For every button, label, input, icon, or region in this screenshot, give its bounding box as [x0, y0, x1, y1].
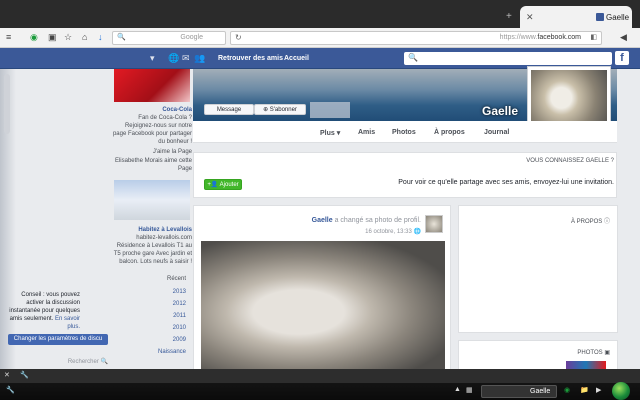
menu-icon[interactable]: ≡ — [6, 32, 11, 42]
url-domain: facebook.com — [537, 34, 581, 41]
follow-icon: ⊕ — [263, 107, 270, 113]
coca-cola-ad-image[interactable] — [114, 69, 190, 102]
photo-icon: ▣ — [604, 350, 610, 356]
year-link[interactable]: Naissance — [150, 349, 186, 355]
message-button[interactable]: Message — [204, 104, 254, 115]
network-icon[interactable]: ▦ — [466, 386, 473, 394]
settings-icon[interactable]: ▾ — [150, 53, 155, 64]
address-bar[interactable]: ↻ https://www.facebook.com ◧ — [230, 31, 602, 45]
close-icon[interactable]: ✕ — [4, 371, 10, 379]
year-link[interactable]: 2010 — [150, 325, 186, 331]
messages-icon[interactable]: ✉ — [182, 53, 190, 64]
levallois-ad-image[interactable] — [114, 180, 190, 220]
chat-search-placeholder: Rechercher — [67, 359, 99, 365]
find-friends-link[interactable]: Retrouver des amis — [218, 55, 283, 62]
cover-blur-region — [310, 102, 350, 118]
tab-friends[interactable]: Amis — [358, 129, 375, 136]
year-link[interactable]: 2012 — [150, 301, 186, 307]
post-header: Gaelle a changé sa photo de profil. — [245, 217, 421, 224]
taskbar-app-label: Gaelle — [530, 388, 551, 395]
follow-label: S'abonner — [269, 107, 297, 113]
year-link[interactable]: 2013 — [150, 289, 186, 295]
post-action-text: a changé sa photo de profil. — [334, 217, 421, 224]
like-page-link[interactable]: J'aime la Page — [112, 148, 192, 156]
browser-tab[interactable]: Gaelle ✕ — [520, 6, 632, 28]
home-icon[interactable]: ⌂ — [82, 32, 87, 42]
ad-text: Fan de Coca-Cola ? Rejoignez-nous sur no… — [112, 115, 192, 145]
site-identity-icon[interactable]: ◧ — [590, 33, 597, 41]
photos-title-text: PHOTOS — [577, 350, 603, 356]
search-icon: 🔍 — [100, 359, 108, 365]
globe-notifications-icon[interactable]: 🌐 — [168, 53, 179, 64]
new-tab-button[interactable]: + — [506, 11, 512, 22]
explorer-icon[interactable]: 📁 — [580, 386, 589, 394]
reload-icon[interactable]: ↻ — [235, 33, 242, 42]
search-placeholder: Google — [180, 34, 203, 41]
learn-more-link[interactable]: En savoir plus. — [55, 316, 80, 330]
year-link[interactable]: 2009 — [150, 337, 186, 343]
about-title-text: À PROPOS — [570, 219, 603, 225]
close-tab-icon[interactable]: ✕ — [526, 12, 534, 23]
scrollbar[interactable] — [4, 74, 10, 134]
bookmark-star-icon[interactable]: ☆ — [64, 32, 72, 43]
wrench-icon[interactable]: 🔧 — [20, 371, 29, 379]
ad-title[interactable]: Coca-Cola — [112, 106, 192, 114]
photos-title[interactable]: PHOTOS ▣ — [462, 349, 610, 356]
tab-more[interactable]: Plus ▾ — [320, 129, 340, 137]
post-author-avatar[interactable] — [425, 215, 443, 233]
post-author-link[interactable]: Gaelle — [312, 217, 333, 224]
ad-text: Résidence à Levallois T1 au T5 proche ga… — [113, 243, 192, 265]
search-icon[interactable]: 🔍 — [408, 53, 418, 62]
chat-settings-button[interactable]: Changer les paramètres de discu — [8, 334, 108, 345]
about-title[interactable]: À PROPOS ⓘ — [462, 216, 610, 225]
tab-title: Gaelle — [606, 13, 630, 22]
add-friend-label: Ajouter — [219, 182, 239, 188]
audience-icon: 🌐 — [413, 229, 421, 235]
media-icon[interactable]: ▶ — [596, 386, 601, 394]
tools-icon[interactable]: 🔧 — [6, 386, 15, 394]
year-link[interactable]: Récent — [150, 276, 186, 282]
back-icon[interactable]: ◀ — [620, 32, 627, 43]
facebook-logo-icon[interactable]: f — [615, 51, 629, 65]
add-friend-title: VOUS CONNAISSEZ GAELLE ? — [526, 158, 614, 164]
facebook-favicon-icon — [596, 13, 604, 21]
post-date-text: 16 octobre, 13:33 — [365, 229, 412, 235]
tab-journal[interactable]: Journal — [484, 129, 509, 136]
follow-button[interactable]: ⊕ S'abonner — [254, 104, 306, 115]
browser-app-icon[interactable]: ◉ — [564, 386, 570, 394]
facebook-search-input[interactable]: 🔍 — [404, 52, 612, 65]
clipboard-icon[interactable]: ▣ — [48, 32, 57, 43]
bottom-toolbar — [0, 369, 640, 383]
coca-cola-ad[interactable]: Coca-Cola Fan de Coca-Cola ? Rejoignez-n… — [112, 106, 192, 146]
taskbar-browser-button[interactable]: Gaelle — [481, 385, 557, 398]
tab-about[interactable]: À propos — [434, 129, 465, 136]
chat-tip: Conseil : vous pouvez activer la discuss… — [8, 291, 80, 331]
download-icon[interactable]: ↓ — [98, 32, 103, 42]
ad-social-context: Elisabethe Morais aime cette Page — [114, 158, 192, 172]
year-link[interactable]: 2011 — [150, 313, 186, 319]
url-text: https://www.facebook.com — [500, 34, 581, 41]
chat-search-input[interactable]: Rechercher 🔍 — [8, 358, 108, 368]
ad-title[interactable]: Habitez à Levallois — [112, 226, 192, 234]
ad-domain: habitez-levallois.com — [136, 235, 192, 241]
tab-photos[interactable]: Photos — [392, 129, 416, 136]
add-friend-text: Pour voir ce qu'elle partage avec ses am… — [398, 179, 614, 186]
home-link[interactable]: Accueil — [284, 55, 309, 62]
start-button-icon[interactable] — [612, 382, 630, 400]
info-icon: ⓘ — [603, 219, 610, 225]
browser-search-input[interactable]: 🔍 Google — [112, 31, 226, 45]
search-icon: 🔍 — [117, 34, 126, 41]
post-date[interactable]: 16 octobre, 13:33 🌐 — [300, 228, 421, 235]
url-prefix: https://www. — [499, 34, 538, 41]
system-tray-icon[interactable]: ▲ — [454, 386, 461, 393]
add-friend-button[interactable]: +👤 Ajouter — [204, 179, 242, 190]
add-friend-icon: +👤 — [207, 182, 220, 188]
extension-icon[interactable]: ◉ — [30, 32, 38, 43]
friend-requests-icon[interactable]: 👥 — [194, 53, 205, 64]
levallois-ad[interactable]: Habitez à Levallois habitez-levallois.co… — [112, 226, 192, 266]
profile-name[interactable]: Gaelle — [482, 104, 518, 118]
post-photo[interactable] — [201, 241, 445, 370]
